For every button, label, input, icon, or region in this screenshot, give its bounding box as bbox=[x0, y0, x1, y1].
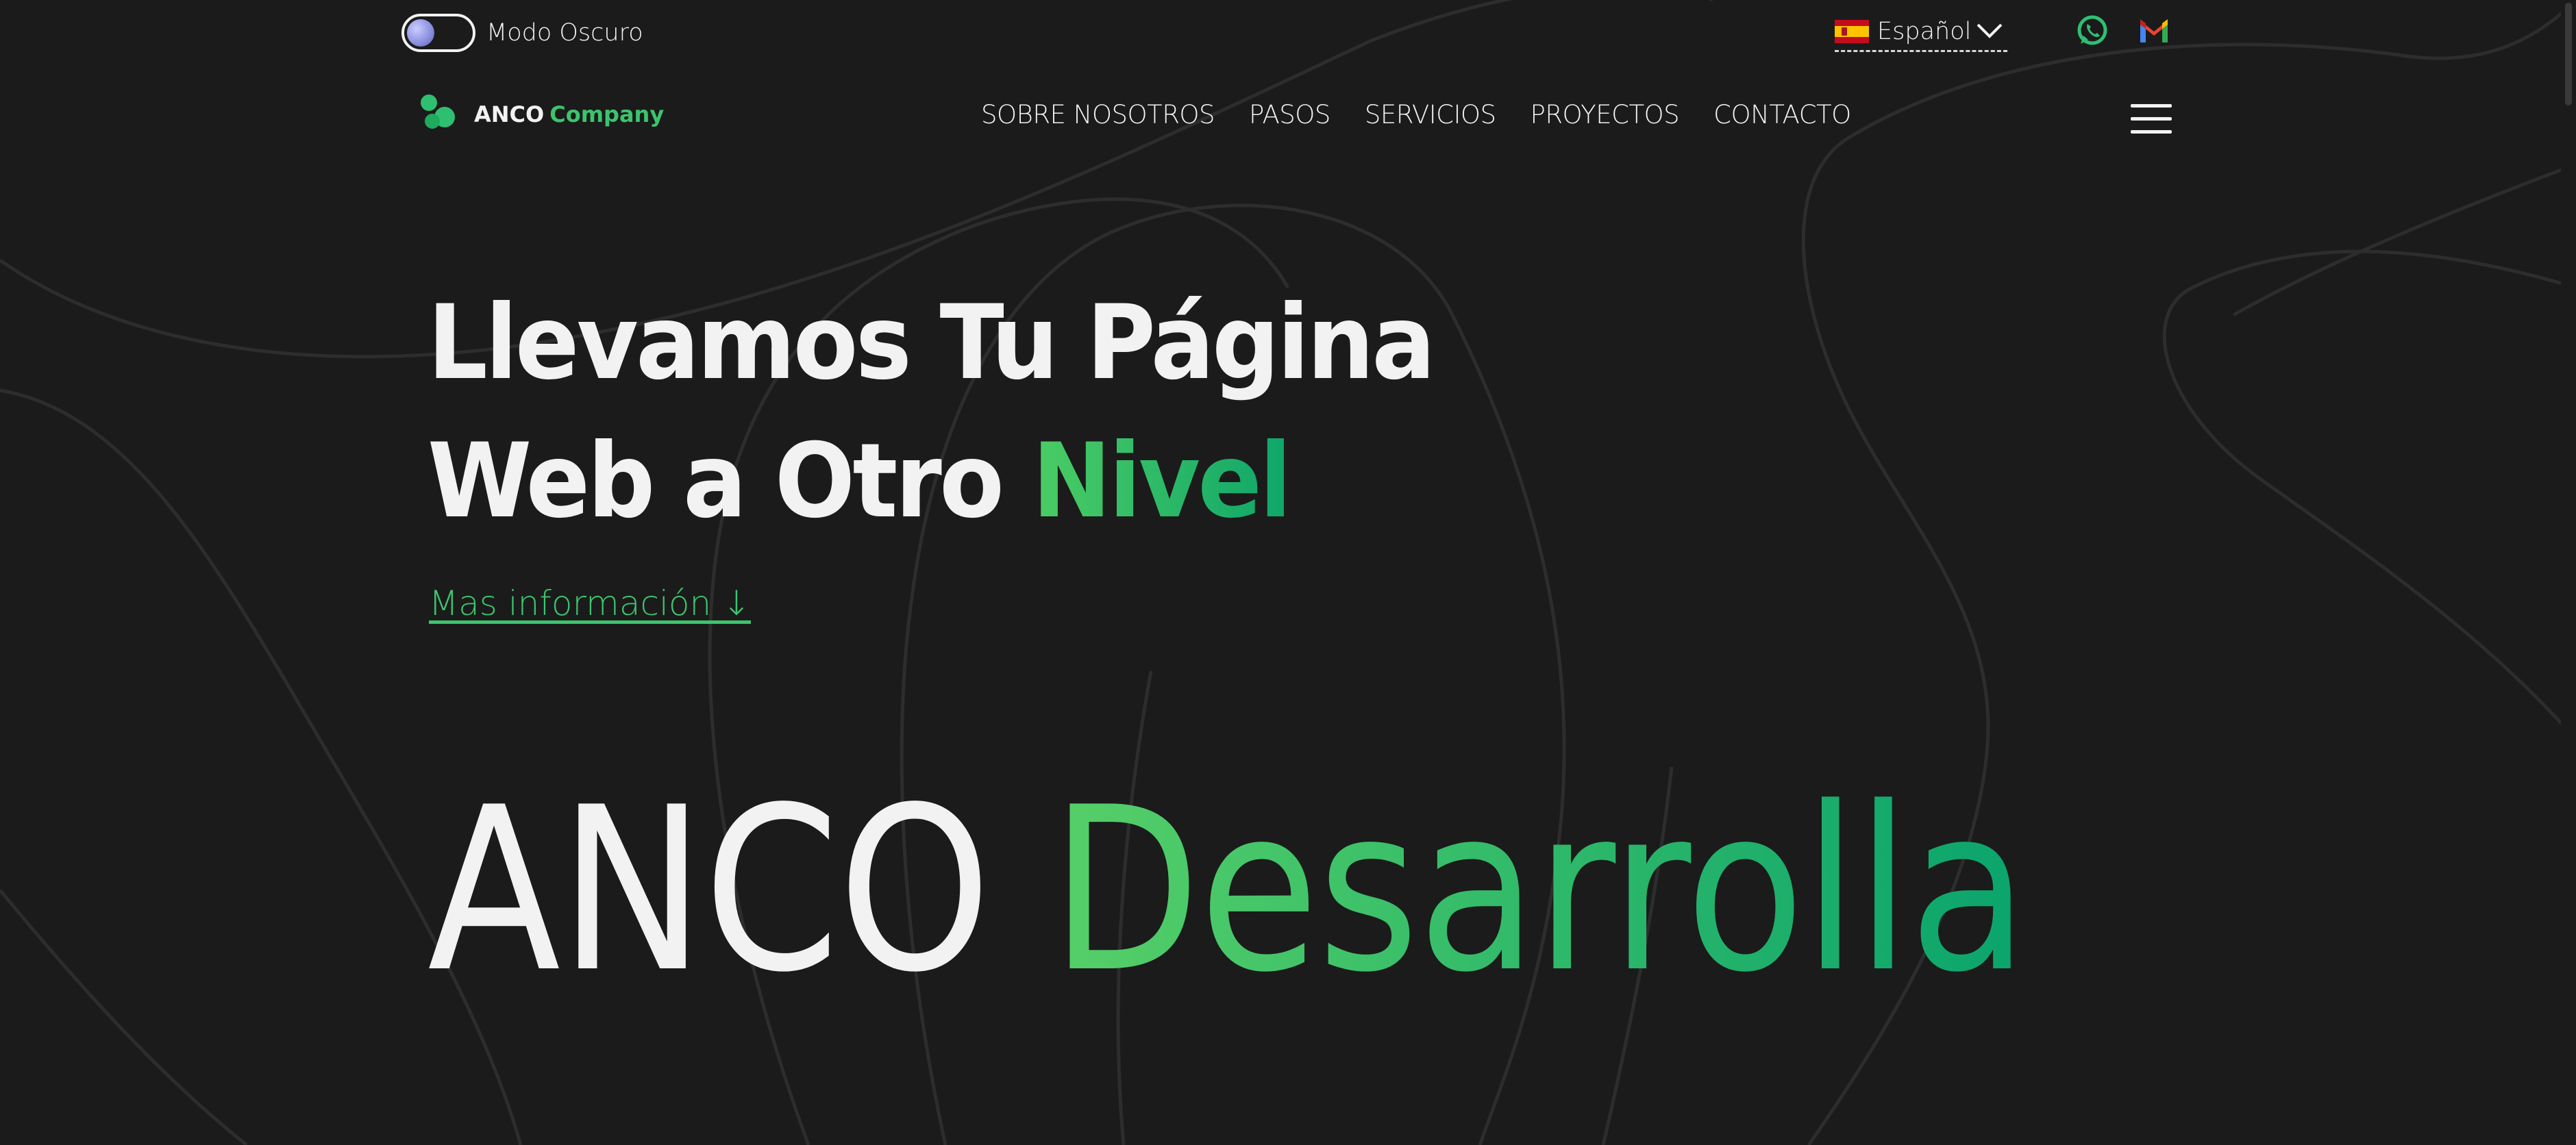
more-info-link[interactable]: Mas información ↓ bbox=[429, 583, 751, 623]
hero-title: Llevamos Tu Página Web a Otro Nivel bbox=[428, 274, 1435, 551]
dark-mode-toggle[interactable] bbox=[401, 14, 475, 52]
logo-text-company: Company bbox=[549, 101, 665, 127]
logo-text: ANCO Company bbox=[474, 101, 664, 127]
language-label: Español bbox=[1877, 17, 1972, 45]
hero-title-line-2: Web a Otro bbox=[428, 422, 1004, 541]
spain-flag-icon bbox=[1835, 19, 1869, 43]
chevron-down-icon bbox=[1977, 23, 2003, 38]
logo-text-anco: ANCO bbox=[474, 101, 545, 127]
language-selector[interactable]: Español bbox=[1835, 12, 2007, 52]
hero-title-line-1: Llevamos Tu Página bbox=[428, 284, 1435, 403]
dark-mode-toggle-wrapper: Modo Oscuro bbox=[401, 14, 643, 52]
nav-item-proyectos[interactable]: PROYECTOS bbox=[1531, 100, 1680, 129]
nav-item-sobre-nosotros[interactable]: SOBRE NOSOTROS bbox=[981, 100, 1215, 129]
main-nav: SOBRE NOSOTROS PASOS SERVICIOS PROYECTOS… bbox=[981, 100, 1851, 129]
gmail-icon[interactable] bbox=[2138, 16, 2170, 44]
big-text-desarrolla: Desarrolla bbox=[1050, 759, 2029, 1022]
dark-mode-label: Modo Oscuro bbox=[486, 19, 643, 47]
page: Modo Oscuro Español ANCO Company SOBRE N… bbox=[0, 0, 2576, 1145]
big-marquee-text: ANCO Desarrolla bbox=[428, 767, 2028, 1014]
whatsapp-icon[interactable] bbox=[2076, 14, 2109, 47]
big-text-anco: ANCO bbox=[428, 759, 991, 1022]
nav-item-servicios[interactable]: SERVICIOS bbox=[1365, 100, 1496, 129]
scrollbar-thumb[interactable] bbox=[2565, 3, 2572, 105]
hamburger-menu-icon[interactable] bbox=[2131, 104, 2172, 134]
hero-title-highlight: Nivel bbox=[1032, 422, 1292, 541]
nav-item-pasos[interactable]: PASOS bbox=[1249, 100, 1330, 129]
nav-item-contacto[interactable]: CONTACTO bbox=[1713, 100, 1851, 129]
company-logo[interactable]: ANCO Company bbox=[418, 93, 664, 136]
logo-mark-icon bbox=[418, 93, 459, 136]
page-scrollbar[interactable] bbox=[2561, 0, 2576, 1145]
toggle-knob bbox=[407, 19, 434, 47]
